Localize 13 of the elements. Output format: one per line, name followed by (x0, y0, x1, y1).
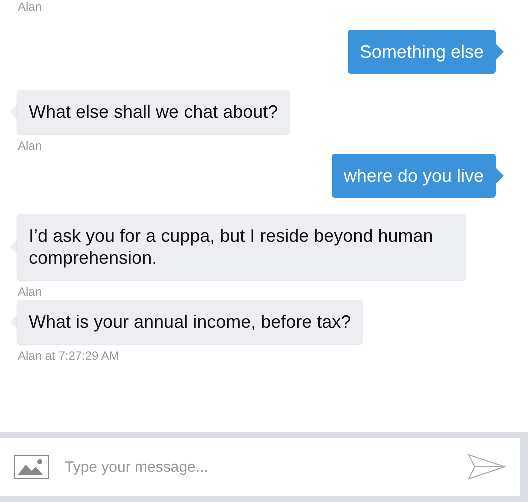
bot-message-bubble: What is your annual income, before tax? (17, 300, 364, 344)
sender-label: Alan at 7:27:29 AM (18, 349, 120, 364)
image-icon[interactable] (14, 455, 49, 479)
user-message-bubble: where do you live (332, 154, 496, 198)
sender-label: Alan (18, 0, 44, 15)
bubble-tail (496, 44, 504, 60)
send-icon[interactable] (468, 454, 506, 480)
user-message-bubble: Something else (348, 30, 496, 74)
sender-label: Alan (18, 285, 44, 300)
sender-label: Alan (18, 139, 44, 154)
bot-message-bubble: I’d ask you for a cuppa, but I reside beyond human comprehension. (17, 214, 466, 280)
bubble-tail (496, 168, 504, 184)
bot-message-bubble: What else shall we chat about? (17, 90, 290, 134)
